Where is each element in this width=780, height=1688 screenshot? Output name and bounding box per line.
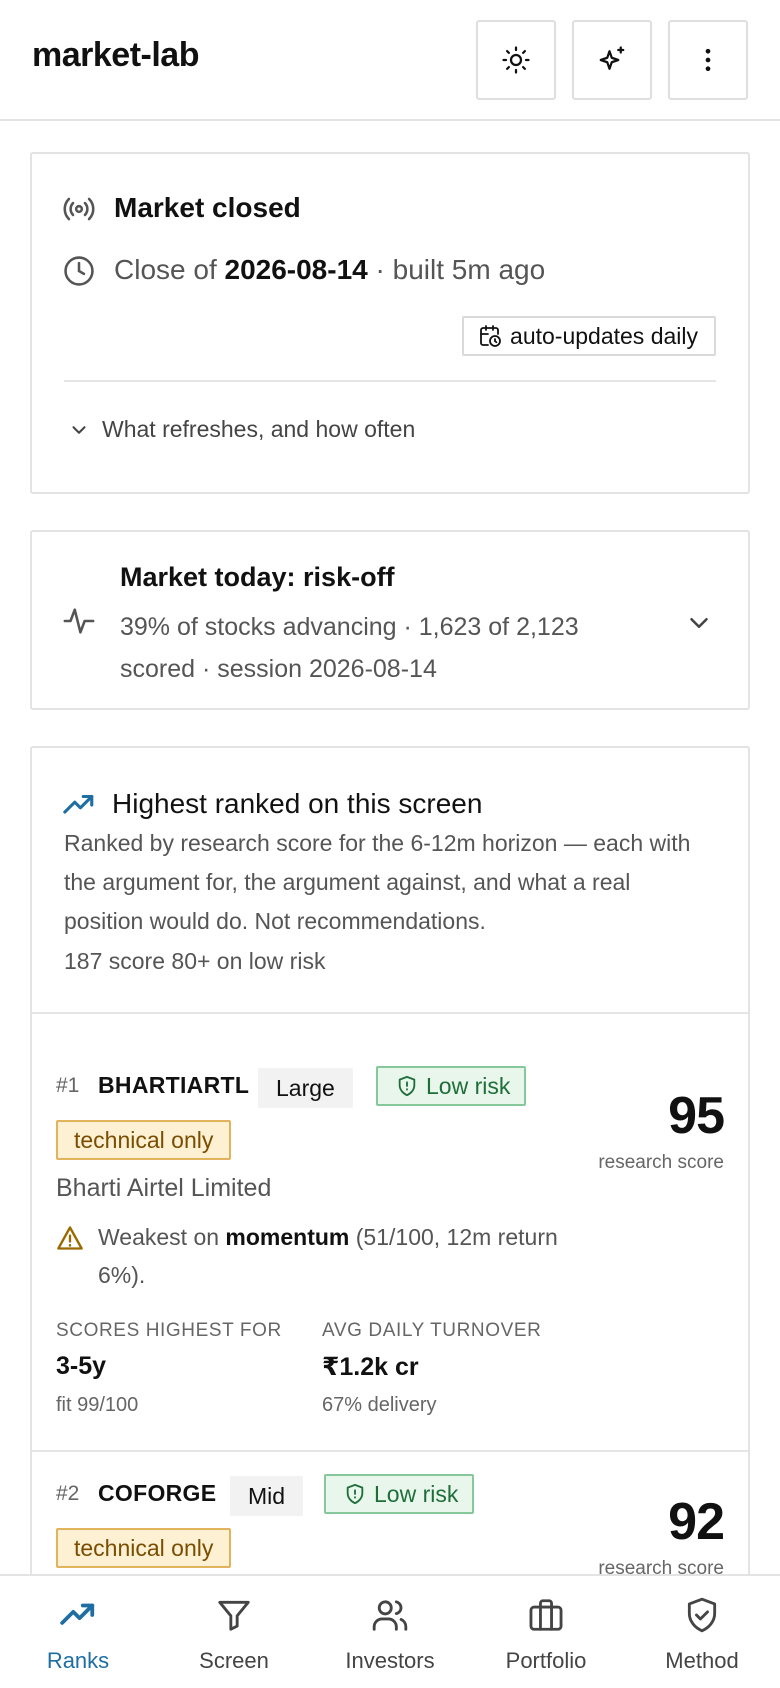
turnover-value: ₹1.2k cr [322,1353,419,1381]
sun-icon [502,46,530,74]
cap-badge: Large [258,1068,353,1108]
nav-label: Method [665,1648,739,1673]
market-today-card[interactable]: Market today: risk-off 39% of stocks adv… [30,530,750,710]
research-score-label: research score [598,1152,724,1173]
clock-icon [64,256,94,286]
theme-toggle-button[interactable] [476,20,556,100]
weak-factor: momentum [225,1224,350,1250]
market-today-summary: 39% of stocks advancing · 1,623 of 2,123… [120,613,579,683]
sparkle-icon [599,46,625,70]
briefcase-icon [529,1599,563,1631]
divider [64,380,716,382]
nav-screen[interactable]: Screen [156,1576,312,1688]
turnover-label: AVG DAILY TURNOVER [322,1320,542,1341]
chevron-down-icon [72,425,86,434]
market-today-title: Market today: risk-off [120,562,395,592]
ticker[interactable]: BHARTIARTL [98,1072,249,1099]
weakest-factor: Weakest on momentum (51/100, 12m return … [98,1218,558,1294]
highest-ranked-card: Highest ranked on this screen Ranked by … [30,746,750,1688]
ranked-title: Highest ranked on this screen [112,788,483,819]
rank-number: #2 [56,1482,80,1505]
auto-update-label: auto-updates daily [510,322,698,349]
more-vertical-icon [705,48,711,72]
users-icon [372,1600,408,1631]
refresh-details-toggle[interactable]: What refreshes, and how often [68,416,415,443]
warning-icon [57,1226,83,1250]
risk-badge: Low risk [324,1474,475,1514]
nav-label: Screen [199,1648,269,1673]
horizon-value: 3-5y [56,1352,107,1380]
broadcast-icon [63,197,95,221]
trending-up-icon [60,1603,95,1625]
ranked-description: Ranked by research score for the 6-12m h… [64,830,691,934]
nav-investors[interactable]: Investors [312,1576,468,1688]
risk-badge: Low risk [376,1066,527,1106]
nav-portfolio[interactable]: Portfolio [468,1576,624,1688]
shield-icon [346,1483,364,1505]
stock-row-1[interactable]: #1 BHARTIARTL Large Low risk technical o… [32,1014,748,1450]
risk-label: Low risk [426,1072,511,1099]
delivery-pct: 67% delivery [322,1394,437,1416]
activity-icon [63,608,95,634]
company-name: Bharti Airtel Limited [56,1174,272,1202]
calendar-clock-icon [480,325,501,347]
rank-number: #1 [56,1074,80,1097]
nav-label: Portfolio [505,1648,587,1673]
trending-up-icon [63,794,94,814]
risk-label: Low risk [374,1480,459,1507]
ticker[interactable]: COFORGE [98,1480,216,1507]
weak-prefix: Weakest on [98,1224,226,1250]
refresh-details-label: What refreshes, and how often [102,416,416,442]
shield-icon [398,1075,416,1097]
technical-only-badge: technical only [56,1528,232,1568]
close-suffix: · built 5m ago [367,254,546,285]
bottom-nav: Ranks Screen Investors Portfolio Method [0,1574,780,1688]
nav-label: Investors [345,1648,435,1673]
horizon-fit: fit 99/100 [56,1394,139,1416]
ranked-count: 187 score 80+ on low risk [64,948,326,974]
shield-check-icon [687,1597,717,1633]
research-score: 92 [668,1493,725,1551]
nav-method[interactable]: Method [624,1576,780,1688]
close-info: Close of 2026-08-14 · built 5m ago [114,254,545,286]
technical-only-badge: technical only [56,1120,232,1160]
status-title: Market closed [114,192,301,223]
auto-update-badge: auto-updates daily [462,316,716,356]
horizon-label: SCORES HIGHEST FOR [56,1320,282,1341]
research-score: 95 [668,1087,725,1145]
ai-assist-button[interactable] [572,20,652,100]
close-date: 2026-08-14 [224,254,368,285]
filter-icon [218,1600,250,1631]
nav-ranks[interactable]: Ranks [0,1576,156,1688]
more-menu-button[interactable] [668,20,748,100]
market-status-card: Market closed Close of 2026-08-14 · buil… [30,152,750,494]
app-header: market-lab [0,0,780,121]
chevron-down-icon[interactable] [684,608,714,638]
cap-badge: Mid [230,1476,304,1516]
nav-label: Ranks [46,1648,110,1673]
close-prefix: Close of [114,254,225,285]
app-title: market-lab [32,36,199,74]
